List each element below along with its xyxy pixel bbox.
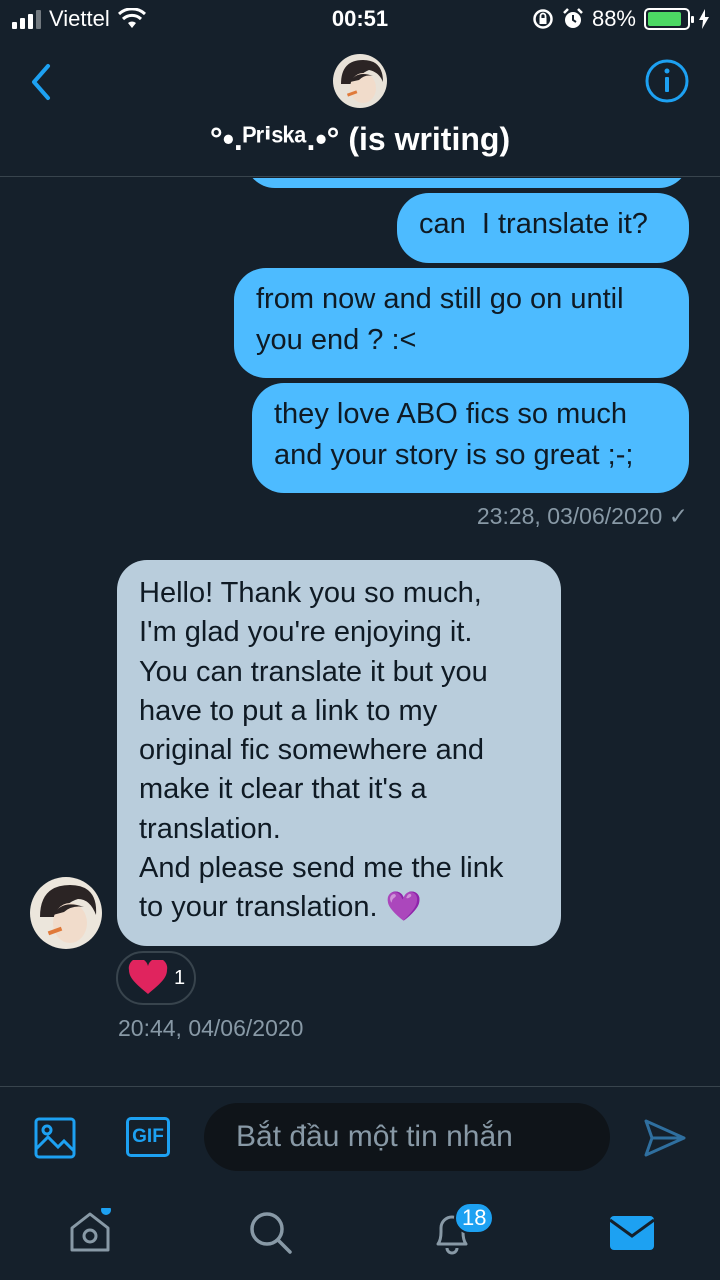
status-bar: Viettel 00:51 88% <box>0 0 720 40</box>
sender-avatar[interactable] <box>30 877 102 949</box>
alarm-icon <box>563 8 583 28</box>
notifications-badge: 18 <box>454 1202 495 1234</box>
battery-icon <box>644 8 694 30</box>
message-line: make it clear that it's a <box>139 773 427 806</box>
home-icon[interactable] <box>66 1208 114 1256</box>
info-icon[interactable] <box>644 58 690 104</box>
rotation-lock-icon <box>533 9 553 29</box>
header-avatar[interactable] <box>333 54 387 108</box>
message-line: original fic somewhere and <box>139 734 484 767</box>
image-icon[interactable] <box>34 1117 76 1159</box>
outgoing-timestamp: 23:28, 03/06/2020 ✓ <box>476 503 688 529</box>
conversation-title[interactable]: °•.ᴾʳⁱˢᵏᵃ.•° (is writing) <box>0 120 720 158</box>
message-line: have to put a link to my <box>139 694 438 727</box>
search-icon[interactable] <box>246 1208 294 1256</box>
message-text: they love ABO fics so much and your stor… <box>274 398 634 471</box>
gif-button[interactable]: GIF <box>126 1117 170 1157</box>
battery-percent: 88% <box>591 6 636 31</box>
message-line: I'm glad you're enjoying it. <box>139 616 473 649</box>
message-line: translation. <box>139 812 281 845</box>
message-input[interactable] <box>204 1103 610 1171</box>
incoming-timestamp: 20:44, 04/06/2020 <box>118 1015 304 1041</box>
back-icon[interactable] <box>22 60 62 104</box>
message-bubble-partial <box>245 178 689 188</box>
messages-icon[interactable] <box>608 1208 656 1256</box>
message-text: from now and still go on until you end ?… <box>256 283 624 356</box>
message-line: to your translation. 💜 <box>139 891 422 924</box>
message-bubble-incoming[interactable]: Hello! Thank you so much, I'm glad you'r… <box>117 560 561 946</box>
heart-icon <box>128 960 168 994</box>
message-bubble-outgoing[interactable]: can I translate it? <box>397 193 689 263</box>
message-bubble-outgoing[interactable]: they love ABO fics so much and your stor… <box>252 383 689 493</box>
message-text: can I translate it? <box>419 208 648 240</box>
reaction-count: 1 <box>174 966 186 989</box>
message-line: You can translate it but you <box>139 655 488 688</box>
message-composer: GIF <box>0 1086 720 1186</box>
message-line: And please send me the link <box>139 852 504 885</box>
status-right: 88% <box>532 6 710 32</box>
bottom-nav <box>0 1186 720 1280</box>
gif-label: GIF <box>132 1126 164 1147</box>
message-line: Hello! Thank you so much, <box>139 577 482 609</box>
message-list[interactable]: can I translate it? from now and still g… <box>0 178 720 1086</box>
conversation-header: °•.ᴾʳⁱˢᵏᵃ.•° (is writing) <box>0 40 720 177</box>
reaction-button[interactable]: 1 <box>116 951 196 1005</box>
charging-icon <box>699 9 709 29</box>
send-icon[interactable] <box>644 1119 686 1157</box>
message-bubble-outgoing[interactable]: from now and still go on until you end ?… <box>234 268 689 378</box>
